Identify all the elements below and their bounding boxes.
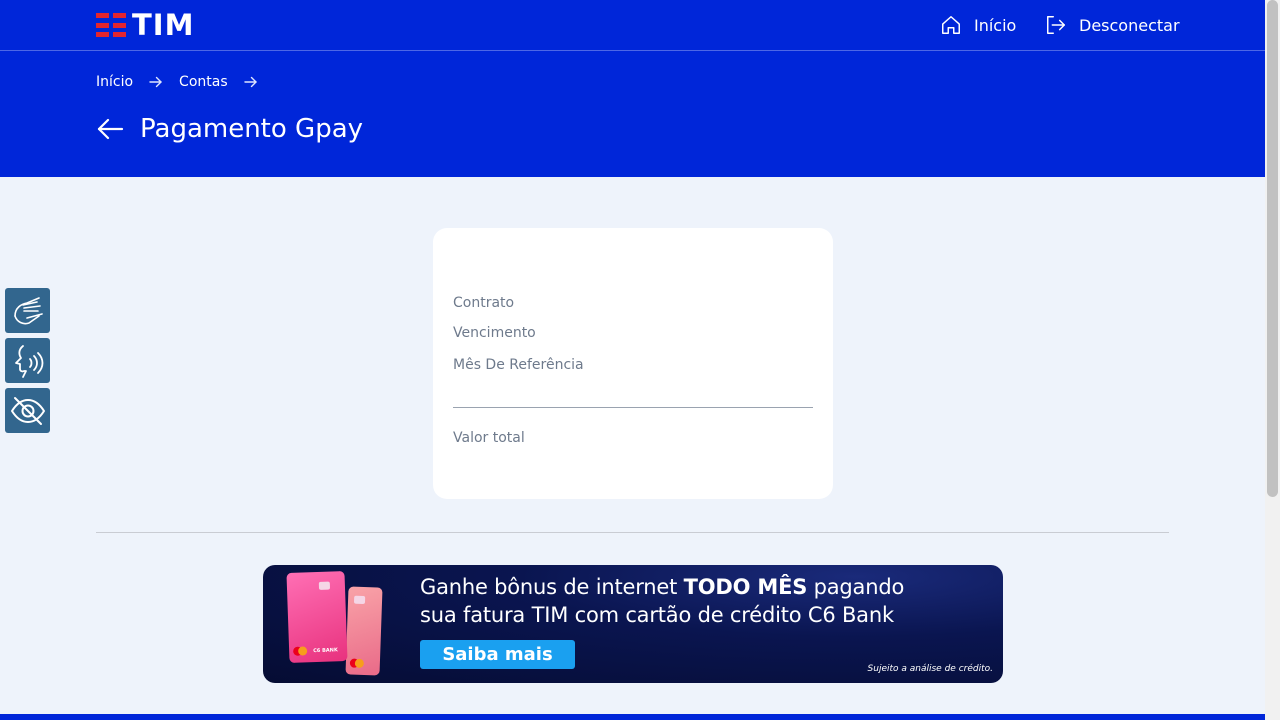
footer-strip: [0, 714, 1265, 720]
logo-text: TIM: [132, 8, 195, 42]
due-date-label: Vencimento: [453, 325, 536, 341]
nav-logout-link[interactable]: Desconectar: [1045, 12, 1180, 38]
high-contrast-icon: [10, 396, 45, 425]
arrow-right-icon: [243, 76, 258, 88]
card-divider: [453, 407, 813, 408]
voice-reader-button[interactable]: [5, 338, 50, 383]
card-brand-text: C6 BANK: [313, 647, 338, 655]
sign-language-icon: [13, 296, 43, 324]
page-heading: Pagamento Gpay: [96, 114, 363, 144]
total-value-label: Valor total: [453, 430, 525, 446]
banner-headline-line2: sua fatura TIM com cartão de crédito C6 …: [420, 603, 894, 627]
contract-label: Contrato: [453, 295, 515, 311]
nav-logout-label: Desconectar: [1079, 15, 1180, 35]
section-divider: [96, 532, 1169, 533]
credit-card-image: C6 BANK: [286, 571, 348, 663]
banner-headline-line1: Ganhe bônus de internet TODO MÊS pagando: [420, 575, 905, 599]
header: TIM Início Desconectar Início Contas Pag…: [0, 0, 1265, 177]
accessibility-toolbar: [5, 288, 50, 433]
sign-language-button[interactable]: [5, 288, 50, 333]
nav-home-link[interactable]: Início: [940, 12, 1016, 38]
breadcrumb-item-contas[interactable]: Contas: [179, 74, 228, 90]
nav-home-label: Início: [974, 15, 1017, 35]
tim-logo-icon: [96, 13, 126, 37]
arrow-right-icon: [149, 76, 163, 88]
back-button[interactable]: [96, 117, 124, 141]
arrow-left-icon: [97, 118, 124, 140]
saiba-mais-button[interactable]: Saiba mais: [420, 640, 575, 669]
top-nav-bar: TIM Início Desconectar: [0, 0, 1265, 51]
c6-bank-promo-banner[interactable]: C6 BANK Ganhe bônus de internet TODO MÊS…: [263, 565, 1003, 683]
credit-disclaimer: Sujeito a análise de crédito.: [867, 664, 993, 674]
home-icon: [942, 16, 960, 34]
logout-icon: [1047, 16, 1065, 34]
page-title: Pagamento Gpay: [140, 114, 364, 144]
voice-reader-icon: [14, 344, 43, 378]
high-contrast-button[interactable]: [5, 388, 50, 433]
tim-logo[interactable]: TIM: [96, 8, 195, 42]
breadcrumb: Início Contas: [96, 74, 274, 90]
breadcrumb-item-inicio[interactable]: Início: [96, 74, 133, 90]
scrollbar-thumb[interactable]: [1267, 0, 1278, 497]
credit-card-image: [345, 586, 383, 676]
reference-month-label: Mês De Referência: [453, 357, 584, 373]
invoice-summary-card: Contrato Vencimento Mês De Referência Va…: [433, 228, 833, 499]
